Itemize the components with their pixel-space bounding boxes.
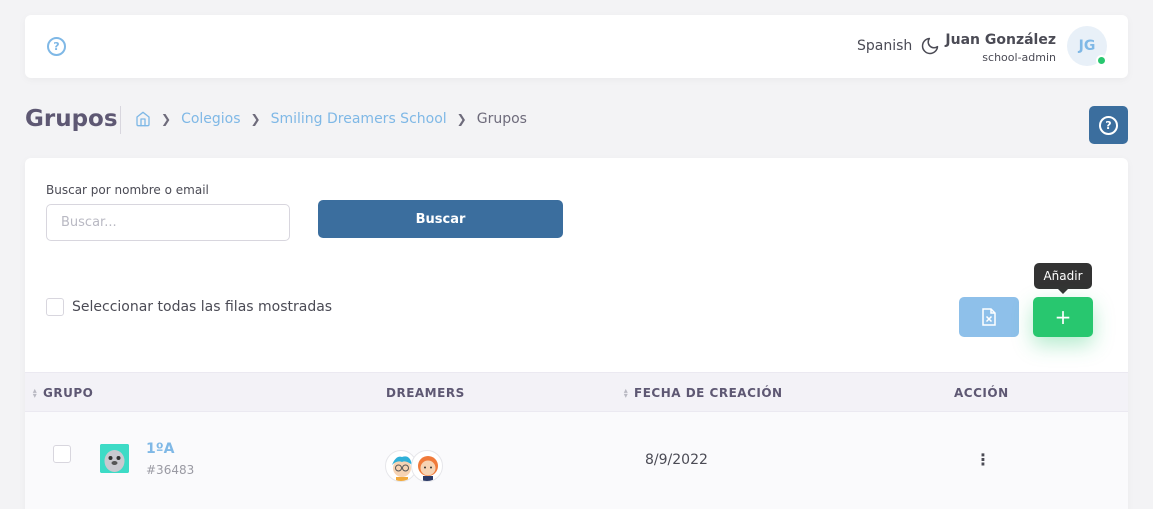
table-row: 1ºA #36483 8/9/2022 ⋮ — [25, 412, 1128, 509]
breadcrumb-item-school[interactable]: Smiling Dreamers School — [271, 111, 447, 127]
select-all-checkbox[interactable] — [46, 298, 64, 316]
more-vertical-icon[interactable]: ⋮ — [975, 450, 991, 470]
seal-mascot-icon — [100, 444, 129, 473]
breadcrumb-item-current: Grupos — [476, 111, 527, 127]
top-navbar: ? Spanish Juan González school-admin JG — [25, 15, 1128, 78]
chevron-right-icon: ❯ — [456, 112, 467, 126]
column-header-created[interactable]: ▴ ▾ FECHA DE CREACIÓN — [622, 386, 783, 400]
column-header-created-label: FECHA DE CREACIÓN — [634, 386, 783, 400]
user-name[interactable]: Juan González — [945, 32, 1056, 48]
column-header-group[interactable]: ▴ ▾ GRUPO — [31, 386, 93, 400]
column-header-dreamers-label: DREAMERS — [386, 386, 465, 400]
moon-icon[interactable] — [920, 36, 940, 56]
chevron-right-icon: ❯ — [161, 112, 172, 126]
export-excel-button[interactable] — [959, 297, 1019, 337]
excel-file-icon — [982, 308, 996, 326]
search-label: Buscar por nombre o email — [46, 183, 209, 197]
dreamer-girl-icon — [418, 456, 438, 481]
group-avatar — [100, 444, 129, 473]
help-icon: ? — [1099, 116, 1118, 135]
title-divider — [120, 106, 121, 134]
table-header: ▴ ▾ GRUPO DREAMERS ▴ ▾ FECHA DE CREACIÓN A… — [25, 372, 1128, 412]
online-status-dot — [1096, 55, 1107, 66]
help-button[interactable]: ? — [1089, 106, 1128, 144]
column-header-dreamers: DREAMERS — [386, 386, 465, 400]
select-all-label: Seleccionar todas las filas mostradas — [72, 299, 333, 315]
breadcrumb-item-colegios[interactable]: Colegios — [181, 111, 240, 127]
language-selector[interactable]: Spanish — [857, 38, 912, 54]
breadcrumb: ❯ Colegios ❯ Smiling Dreamers School ❯ G… — [135, 111, 527, 127]
dreamer-avatar — [411, 450, 443, 482]
add-tooltip: Añadir — [1034, 263, 1092, 289]
select-all-rows[interactable]: Seleccionar todas las filas mostradas — [46, 298, 332, 316]
help-icon[interactable]: ? — [47, 37, 66, 56]
group-name[interactable]: 1ºA — [146, 441, 174, 457]
sort-icon: ▴ ▾ — [32, 386, 38, 400]
search-button[interactable]: Buscar — [318, 200, 563, 238]
column-header-action: ACCIÓN — [954, 386, 1009, 400]
tooltip-arrow — [1058, 289, 1068, 294]
chevron-right-icon: ❯ — [250, 112, 261, 126]
page-title: Grupos — [25, 106, 118, 132]
add-group-button[interactable]: + — [1033, 297, 1093, 337]
search-input[interactable] — [46, 204, 290, 241]
group-id: #36483 — [146, 463, 195, 477]
column-header-action-label: ACCIÓN — [954, 386, 1009, 400]
home-icon[interactable] — [135, 111, 151, 127]
user-role: school-admin — [982, 51, 1056, 64]
groups-card: Buscar por nombre o email Buscar Selecci… — [25, 158, 1128, 509]
sort-icon: ▴ ▾ — [623, 386, 629, 400]
created-date: 8/9/2022 — [645, 452, 708, 468]
row-checkbox[interactable] — [53, 445, 71, 463]
column-header-group-label: GRUPO — [43, 386, 94, 400]
